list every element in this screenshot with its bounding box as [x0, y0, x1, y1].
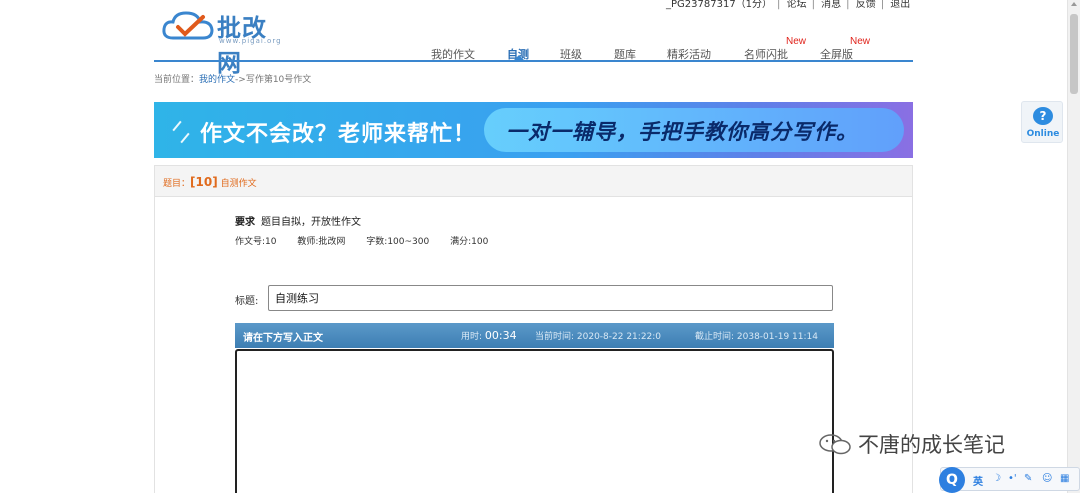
- nav-divider: [154, 60, 913, 62]
- watermark-text: 不唐的成长笔记: [858, 433, 1005, 457]
- moon-icon[interactable]: ☽: [992, 473, 1001, 484]
- punctuation-icon[interactable]: •': [1008, 473, 1017, 484]
- time-used: 用时: 00:34: [461, 329, 517, 342]
- emoji-icon[interactable]: ☺: [1042, 473, 1052, 484]
- editor-header: 请在下方写入正文 用时: 00:34 当前时间: 2020-8-22 21:22…: [235, 323, 834, 348]
- ime-logo[interactable]: Q: [939, 467, 965, 493]
- promo-banner[interactable]: 作文不会改？老师来帮忙！ 一对一辅导，手把手教你高分写作。: [154, 102, 913, 158]
- question-bubble-icon: ?: [1033, 107, 1053, 125]
- breadcrumb-current: ->写作第10号作文: [235, 75, 312, 85]
- cloud-check-logo-icon: [162, 11, 214, 40]
- logo-url: www.pigai.org: [219, 37, 282, 45]
- logout-link[interactable]: 退出: [890, 0, 910, 10]
- banner-left-text: 作文不会改？老师来帮忙！: [200, 122, 477, 147]
- topic-prefix: 题目：: [163, 179, 191, 189]
- topic-header: 题目：[10] 自测作文: [154, 165, 913, 197]
- title-label: 标题:: [235, 296, 259, 307]
- deadline: 截止时间: 2038-01-19 11:14: [695, 332, 818, 342]
- banner-decoration: [172, 120, 182, 132]
- editor-instruction: 请在下方写入正文: [243, 333, 323, 344]
- online-help-widget[interactable]: ? Online: [1021, 101, 1063, 143]
- online-label: Online: [1026, 129, 1060, 139]
- messages-link[interactable]: 消息: [821, 0, 841, 10]
- username[interactable]: _PG23787317（1分）: [666, 0, 772, 10]
- wechat-icon: [819, 434, 851, 455]
- new-badge: New: [850, 36, 871, 47]
- feedback-link[interactable]: 反馈: [856, 0, 876, 10]
- new-badge: New: [786, 36, 807, 47]
- essay-number: 作文号:10: [235, 237, 277, 247]
- page-scrollbar[interactable]: [1067, 0, 1080, 493]
- current-time: 当前时间: 2020-8-22 21:22:0: [535, 332, 662, 342]
- word-count: 字数:100~300: [366, 237, 430, 247]
- banner-decoration: [180, 132, 190, 144]
- topic-label: 题目：[10] 自测作文: [163, 175, 257, 189]
- topic-number: [10]: [190, 175, 218, 189]
- site-logo[interactable]: 批改网 www.pigai.org: [161, 8, 291, 77]
- title-input[interactable]: [268, 285, 833, 311]
- teacher: 教师:批改网: [297, 237, 346, 247]
- breadcrumb-prefix: 当前位置：: [154, 75, 200, 85]
- requirement-label: 要求: [235, 217, 255, 228]
- banner-right-text: 一对一辅导，手把手教你高分写作。: [506, 120, 858, 144]
- wrench-icon[interactable]: ✎: [1024, 473, 1032, 484]
- active-tab-indicator: [514, 55, 524, 60]
- full-score: 满分:100: [450, 237, 489, 247]
- essay-meta: 作文号:10 教师:批改网 字数:100~300 满分:100: [235, 234, 506, 247]
- requirement: 要求 题目自拟，开放性作文: [235, 213, 361, 228]
- scroll-thumb[interactable]: [1070, 14, 1078, 94]
- requirement-text: 题目自拟，开放性作文: [261, 217, 361, 228]
- breadcrumb: 当前位置：我的作文->写作第10号作文: [154, 72, 311, 85]
- ime-language[interactable]: 英: [973, 473, 983, 488]
- essay-body-editor[interactable]: [235, 349, 834, 493]
- topic-name: 自测作文: [220, 179, 257, 189]
- user-bar: _PG23787317（1分） | 论坛 | 消息 | 反馈 | 退出: [666, 0, 911, 10]
- essay-panel: 要求 题目自拟，开放性作文 作文号:10 教师:批改网 字数:100~300 满分…: [154, 197, 913, 493]
- forum-link[interactable]: 论坛: [787, 0, 807, 10]
- ime-toolbar[interactable]: Q 英 ☽ •' ✎ ☺ ▦: [939, 467, 1080, 493]
- scroll-up-icon[interactable]: [1071, 2, 1077, 6]
- top-header: 批改网 www.pigai.org _PG23787317（1分） | 论坛 | 消…: [0, 0, 1080, 77]
- breadcrumb-link[interactable]: 我的作文: [199, 75, 235, 85]
- grid-icon[interactable]: ▦: [1060, 473, 1069, 484]
